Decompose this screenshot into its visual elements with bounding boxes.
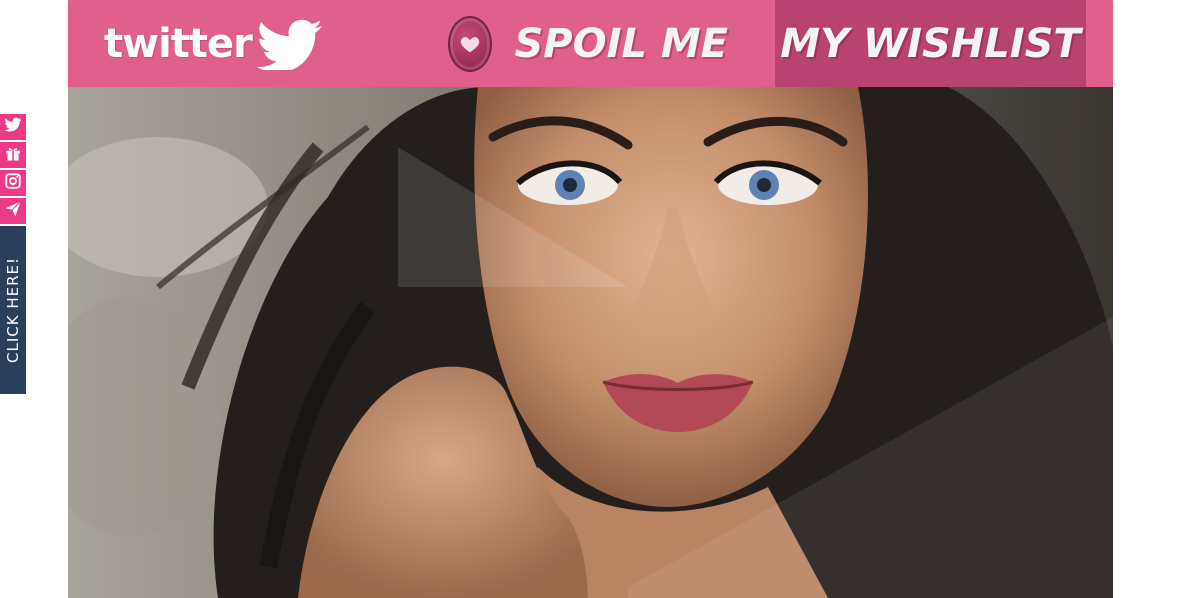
send-icon [4, 200, 22, 223]
sidebar-instagram-button[interactable] [0, 170, 26, 198]
page: twitter SPOIL ME MY WISHLIST CLICK HERE! [0, 0, 1200, 598]
spoil-me-label: SPOIL ME [514, 20, 728, 67]
top-nav-bar: twitter SPOIL ME MY WISHLIST [68, 0, 1113, 87]
social-sidebar: CLICK HERE! [0, 114, 26, 394]
nav-my-wishlist-link[interactable]: MY WISHLIST [775, 0, 1086, 87]
twitter-icon [4, 117, 22, 138]
hero-photo [68, 87, 1113, 598]
twitter-bird-icon [256, 18, 326, 70]
instagram-icon [4, 172, 22, 195]
nav-twitter-link[interactable]: twitter [104, 0, 384, 87]
sidebar-twitter-button[interactable] [0, 114, 26, 142]
gift-icon [4, 144, 22, 167]
twitter-wordmark: twitter [104, 20, 253, 67]
click-here-label: CLICK HERE! [4, 256, 23, 364]
sidebar-send-button[interactable] [0, 198, 26, 226]
click-here-tab[interactable]: CLICK HERE! [0, 226, 26, 394]
heart-icon [448, 15, 493, 72]
my-wishlist-label: MY WISHLIST [780, 20, 1081, 67]
sidebar-gift-button[interactable] [0, 142, 26, 170]
nav-spoil-me-link[interactable]: SPOIL ME [448, 0, 728, 87]
